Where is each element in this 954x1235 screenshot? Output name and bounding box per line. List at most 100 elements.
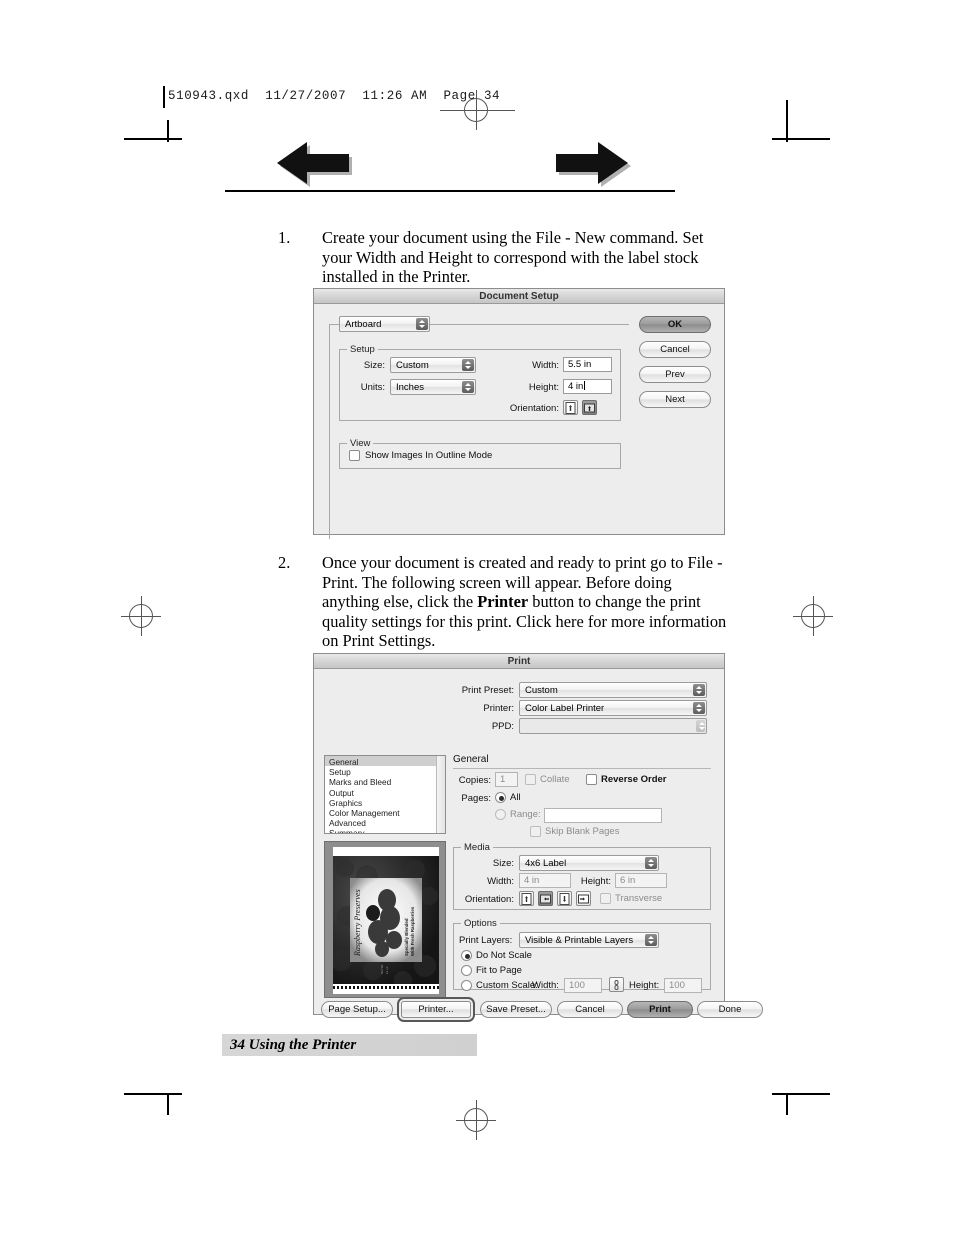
prev-button[interactable]: Prev xyxy=(639,366,711,383)
pages-range-radio[interactable] xyxy=(495,809,506,820)
cancel-button-print[interactable]: Cancel xyxy=(557,1001,623,1018)
print-preset-popup[interactable]: Custom xyxy=(519,682,707,698)
list-item-graphics[interactable]: Graphics xyxy=(325,797,445,808)
save-preset-button[interactable]: Save Preset... xyxy=(480,1001,552,1018)
do-not-scale-label: Do Not Scale xyxy=(476,950,532,961)
list-scrollbar[interactable] xyxy=(436,756,445,833)
height-input[interactable]: 4 in xyxy=(563,379,612,394)
preview-artwork: Raspberry Preserves Specially Blended Wi… xyxy=(333,856,439,984)
next-button[interactable]: Next xyxy=(639,391,711,408)
list-item-general[interactable]: General xyxy=(325,756,445,767)
header-rule-left xyxy=(163,86,165,108)
quark-file-header: 510943.qxd 11/27/2007 11:26 AM Page 34 xyxy=(168,89,501,103)
media-height-label: Height: xyxy=(580,876,611,887)
reverse-order-checkbox[interactable] xyxy=(586,774,597,785)
artboard-popup-value: Artboard xyxy=(345,319,382,330)
list-item-marks-and-bleed[interactable]: Marks and Bleed xyxy=(325,776,445,787)
artboard-popup[interactable]: Artboard xyxy=(339,316,430,332)
ok-button[interactable]: OK xyxy=(639,316,711,333)
custom-scale-width-label: Width: xyxy=(532,980,559,991)
done-button[interactable]: Done xyxy=(697,1001,763,1018)
setup-group-label: Setup xyxy=(347,344,378,355)
custom-scale-radio[interactable] xyxy=(461,980,472,991)
media-orientation-label: Orientation: xyxy=(464,894,514,905)
collate-checkbox[interactable] xyxy=(525,774,536,785)
media-size-popup[interactable]: 4x6 Label xyxy=(519,855,659,871)
media-orientation-button-1[interactable] xyxy=(519,891,534,906)
step-2-number: 2. xyxy=(278,553,291,572)
crop-mark-top-left-v xyxy=(167,120,169,142)
list-item-summary[interactable]: Summary xyxy=(325,827,445,833)
print-dialog: Print Print Preset: Custom Printer: Colo… xyxy=(313,653,763,1018)
custom-scale-width-input[interactable]: 100 xyxy=(564,978,602,993)
skip-blank-pages-checkbox[interactable] xyxy=(530,826,541,837)
print-preset-label: Print Preset: xyxy=(461,685,514,696)
media-size-label: Size: xyxy=(492,858,514,869)
print-layers-popup[interactable]: Visible & Printable Layers xyxy=(519,932,659,948)
copies-label: Copies: xyxy=(458,775,491,786)
custom-scale-height-input[interactable]: 100 xyxy=(664,978,702,993)
print-button[interactable]: Print xyxy=(627,1001,693,1018)
previous-page-arrow[interactable] xyxy=(277,142,367,194)
media-orientation-button-4[interactable] xyxy=(576,891,591,906)
size-label: Size: xyxy=(363,360,385,371)
cancel-button[interactable]: Cancel xyxy=(639,341,711,358)
custom-scale-label: Custom Scale: xyxy=(476,980,538,991)
print-section-list[interactable]: General Setup Marks and Bleed Output Gra… xyxy=(324,755,446,834)
orientation-portrait-button[interactable] xyxy=(563,400,578,415)
units-label: Units: xyxy=(360,382,385,393)
step-1-number: 1. xyxy=(278,228,291,247)
media-orientation-button-2[interactable] xyxy=(538,891,553,906)
do-not-scale-radio[interactable] xyxy=(461,950,472,961)
registration-mark-left xyxy=(121,596,161,636)
page-setup-button[interactable]: Page Setup... xyxy=(321,1001,393,1018)
step-2-text-bold: Printer xyxy=(477,592,529,612)
pages-all-radio[interactable] xyxy=(495,792,506,803)
svg-text:Net Wt.: Net Wt. xyxy=(380,964,384,974)
orientation-landscape-button[interactable] xyxy=(582,400,597,415)
reverse-order-label: Reverse Order xyxy=(601,774,667,785)
preview-page-edge-dots xyxy=(333,986,439,989)
printer-value: Color Label Printer xyxy=(525,703,605,714)
media-orientation-button-3[interactable] xyxy=(557,891,572,906)
list-item-color-management[interactable]: Color Management xyxy=(325,807,445,818)
size-popup[interactable]: Custom xyxy=(390,357,476,373)
media-height-input[interactable]: 6 in xyxy=(615,873,667,888)
chevron-updown-icon xyxy=(645,857,657,869)
width-input[interactable]: 5.5 in xyxy=(563,357,612,372)
units-popup[interactable]: Inches xyxy=(390,379,476,395)
skip-blank-pages-label: Skip Blank Pages xyxy=(545,826,620,837)
printer-popup[interactable]: Color Label Printer xyxy=(519,700,707,716)
pages-all-label: All xyxy=(510,792,521,803)
list-item-advanced[interactable]: Advanced xyxy=(325,817,445,828)
ppd-label: PPD: xyxy=(491,721,514,732)
ppd-popup[interactable] xyxy=(519,718,707,734)
chevron-updown-icon xyxy=(696,720,705,732)
printer-label: Printer: xyxy=(483,703,514,714)
units-popup-value: Inches xyxy=(396,382,424,393)
crop-mark-bottom-right-h xyxy=(772,1093,830,1095)
show-images-outline-checkbox[interactable] xyxy=(349,450,360,461)
chevron-updown-icon xyxy=(462,381,474,393)
next-page-arrow[interactable] xyxy=(553,142,643,194)
transverse-checkbox[interactable] xyxy=(600,893,611,904)
fit-to-page-radio[interactable] xyxy=(461,965,472,976)
pages-label: Pages: xyxy=(461,793,491,804)
svg-text:Specially Blended: Specially Blended xyxy=(404,918,409,956)
crop-mark-bottom-left-v xyxy=(167,1093,169,1115)
media-size-value: 4x6 Label xyxy=(525,858,567,869)
printer-button[interactable]: Printer... xyxy=(401,1001,471,1018)
list-item-setup[interactable]: Setup xyxy=(325,766,445,777)
chevron-updown-icon xyxy=(693,702,705,714)
crop-mark-top-right-h xyxy=(772,138,830,140)
custom-scale-height-label: Height: xyxy=(629,980,660,991)
list-item-output[interactable]: Output xyxy=(325,787,445,798)
step-1-text: Create your document using the File - Ne… xyxy=(322,228,704,287)
pages-range-input[interactable] xyxy=(544,808,662,823)
footer-page-label: 34 Using the Printer xyxy=(230,1037,357,1053)
crop-mark-top-left-h xyxy=(124,138,182,140)
general-section-heading: General xyxy=(453,754,489,765)
link-scale-toggle[interactable] xyxy=(609,977,624,992)
copies-input[interactable]: 1 xyxy=(495,772,518,787)
media-width-input[interactable]: 4 in xyxy=(519,873,571,888)
